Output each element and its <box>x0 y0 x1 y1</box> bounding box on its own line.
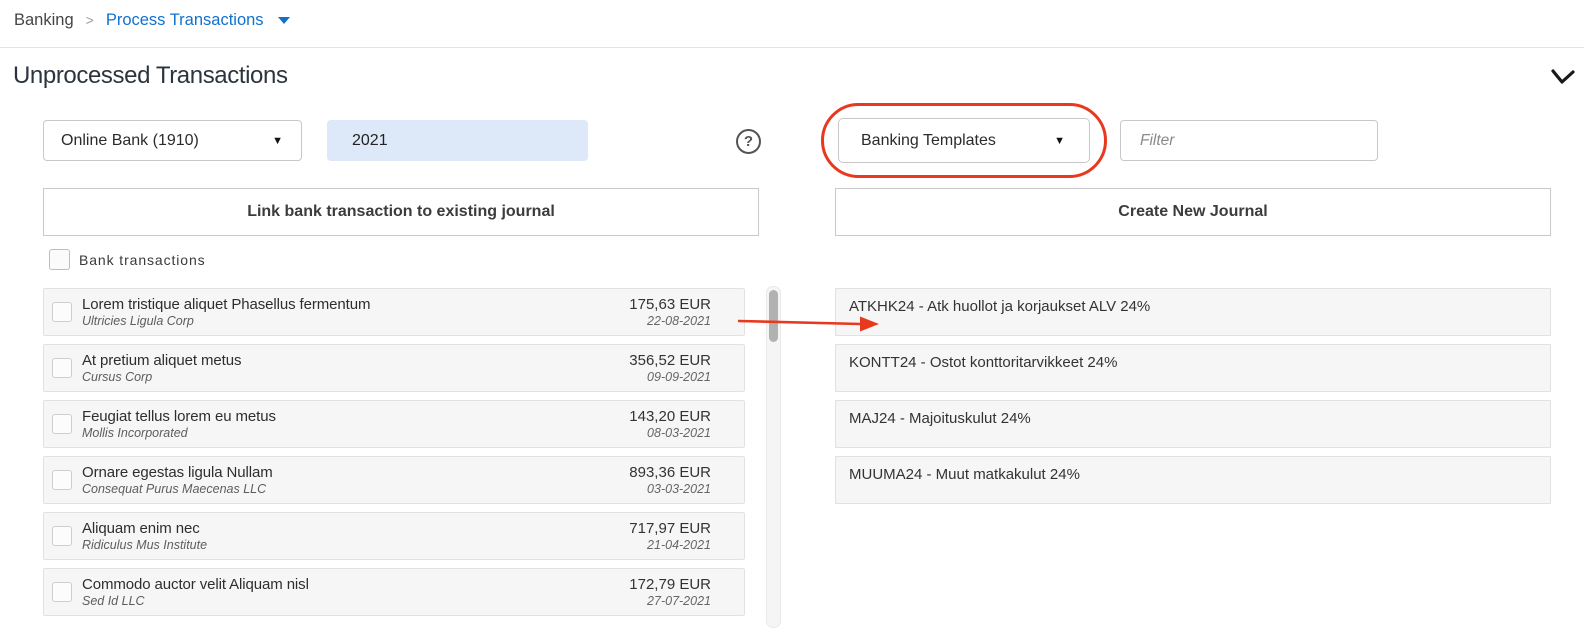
transaction-company: Mollis Incorporated <box>82 426 629 440</box>
transaction-row[interactable]: Feugiat tellus lorem eu metus Mollis Inc… <box>43 400 745 448</box>
transaction-date: 08-03-2021 <box>629 426 711 440</box>
transaction-row[interactable]: Lorem tristique aliquet Phasellus fermen… <box>43 288 745 336</box>
breadcrumb-current[interactable]: Process Transactions <box>106 11 264 30</box>
transaction-row[interactable]: Aliquam enim nec Ridiculus Mus Institute… <box>43 512 745 560</box>
select-all-checkbox[interactable] <box>49 249 70 270</box>
transaction-date: 22-08-2021 <box>629 314 711 328</box>
help-icon[interactable]: ? <box>736 129 761 154</box>
process-transactions-screen: Banking > Process Transactions Unprocess… <box>0 0 1584 628</box>
transaction-title: Commodo auctor velit Aliquam nisl <box>82 576 629 593</box>
transaction-checkbox[interactable] <box>52 358 72 378</box>
transaction-company: Sed Id LLC <box>82 594 629 608</box>
bank-account-select[interactable]: Online Bank (1910) ▼ <box>43 120 302 161</box>
template-label: ATKHK24 - Atk huollot ja korjaukset ALV … <box>849 298 1150 315</box>
create-new-journal-header-button[interactable]: Create New Journal <box>835 188 1551 236</box>
divider <box>0 47 1584 48</box>
template-row[interactable]: MAJ24 - Majoituskulut 24% <box>835 400 1551 448</box>
banking-templates-select[interactable]: Banking Templates ▼ <box>838 118 1090 163</box>
banking-templates-select-value: Banking Templates <box>861 132 996 150</box>
transaction-company: Ultricies Ligula Corp <box>82 314 629 328</box>
transaction-amount: 172,79 EUR <box>629 576 711 593</box>
template-row[interactable]: MUUMA24 - Muut matkakulut 24% <box>835 456 1551 504</box>
transaction-checkbox[interactable] <box>52 302 72 322</box>
breadcrumb-separator: > <box>86 12 94 28</box>
transaction-amount: 717,97 EUR <box>629 520 711 537</box>
template-row[interactable]: ATKHK24 - Atk huollot ja korjaukset ALV … <box>835 288 1551 336</box>
transaction-amount: 893,36 EUR <box>629 464 711 481</box>
link-transaction-header-button[interactable]: Link bank transaction to existing journa… <box>43 188 759 236</box>
template-row[interactable]: KONTT24 - Ostot konttoritarvikkeet 24% <box>835 344 1551 392</box>
transaction-checkbox[interactable] <box>52 526 72 546</box>
transaction-row[interactable]: Commodo auctor velit Aliquam nisl Sed Id… <box>43 568 745 616</box>
year-input[interactable] <box>327 120 588 161</box>
transaction-title: At pretium aliquet metus <box>82 352 629 369</box>
transaction-date: 09-09-2021 <box>629 370 711 384</box>
transaction-amount: 143,20 EUR <box>629 408 711 425</box>
transaction-company: Cursus Corp <box>82 370 629 384</box>
transaction-row[interactable]: At pretium aliquet metus Cursus Corp 356… <box>43 344 745 392</box>
transaction-date: 03-03-2021 <box>629 482 711 496</box>
collapse-chevron-icon[interactable] <box>1549 68 1577 90</box>
bank-transactions-list: Lorem tristique aliquet Phasellus fermen… <box>43 288 745 624</box>
transaction-row[interactable]: Ornare egestas ligula Nullam Consequat P… <box>43 456 745 504</box>
template-label: MAJ24 - Majoituskulut 24% <box>849 410 1031 427</box>
caret-down-icon: ▼ <box>1054 135 1065 147</box>
transaction-company: Ridiculus Mus Institute <box>82 538 629 552</box>
transaction-amount: 356,52 EUR <box>629 352 711 369</box>
bank-account-select-value: Online Bank (1910) <box>61 132 199 150</box>
transaction-title: Feugiat tellus lorem eu metus <box>82 408 629 425</box>
transaction-checkbox[interactable] <box>52 582 72 602</box>
transaction-date: 27-07-2021 <box>629 594 711 608</box>
transaction-checkbox[interactable] <box>52 414 72 434</box>
select-all-row: Bank transactions <box>49 249 206 270</box>
breadcrumb: Banking > Process Transactions <box>14 6 290 34</box>
scrollbar[interactable] <box>766 286 781 628</box>
transaction-amount: 175,63 EUR <box>629 296 711 313</box>
transaction-title: Lorem tristique aliquet Phasellus fermen… <box>82 296 629 313</box>
template-label: MUUMA24 - Muut matkakulut 24% <box>849 466 1080 483</box>
template-label: KONTT24 - Ostot konttoritarvikkeet 24% <box>849 354 1117 371</box>
filter-input[interactable] <box>1120 120 1378 161</box>
breadcrumb-root[interactable]: Banking <box>14 11 74 30</box>
scrollbar-thumb[interactable] <box>769 290 778 342</box>
caret-down-icon: ▼ <box>272 135 283 147</box>
select-all-label: Bank transactions <box>79 252 206 268</box>
transaction-title: Ornare egestas ligula Nullam <box>82 464 629 481</box>
transaction-date: 21-04-2021 <box>629 538 711 552</box>
page-title: Unprocessed Transactions <box>13 62 288 90</box>
transaction-company: Consequat Purus Maecenas LLC <box>82 482 629 496</box>
transaction-checkbox[interactable] <box>52 470 72 490</box>
journal-templates-list: ATKHK24 - Atk huollot ja korjaukset ALV … <box>835 288 1551 512</box>
transaction-title: Aliquam enim nec <box>82 520 629 537</box>
chevron-down-icon[interactable] <box>278 17 290 24</box>
